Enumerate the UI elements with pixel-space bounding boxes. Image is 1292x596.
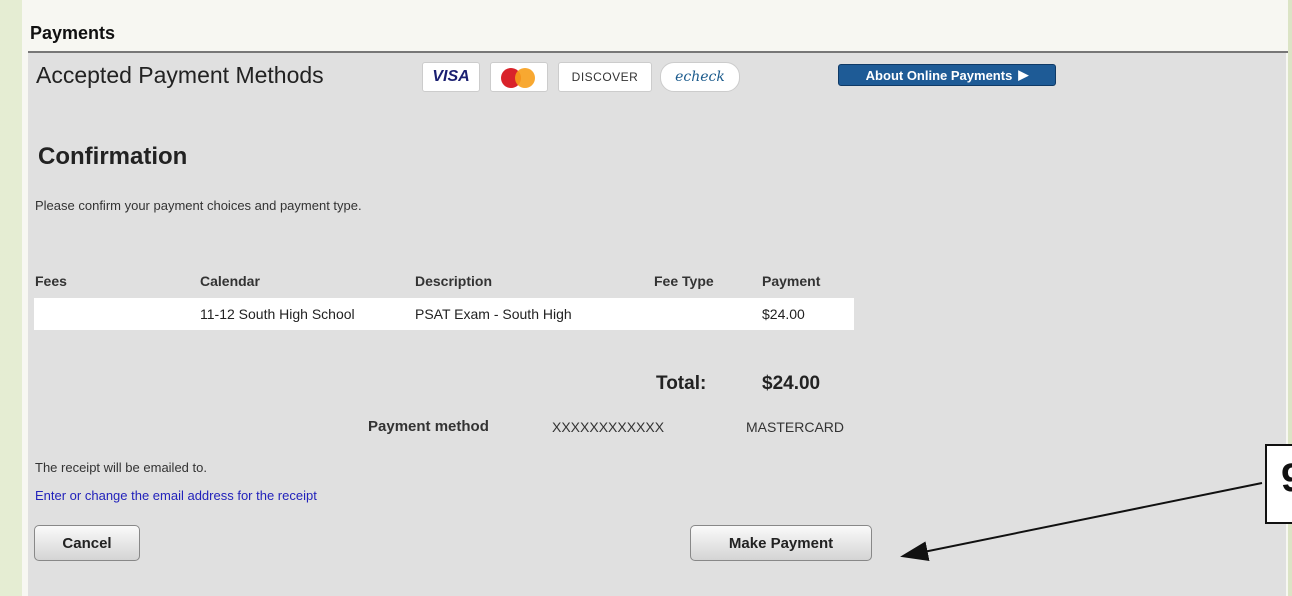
mastercard-logo-icon [490,62,548,92]
column-header-fee-type: Fee Type [654,273,714,289]
cancel-button[interactable]: Cancel [34,525,140,561]
column-header-description: Description [415,273,493,289]
make-payment-button[interactable]: Make Payment [690,525,872,561]
column-header-calendar: Calendar [200,273,260,289]
echeck-logo-icon: echeck [660,62,740,92]
confirmation-instructions: Please confirm your payment choices and … [35,198,362,213]
visa-logo-icon: VISA [422,62,480,92]
about-online-payments-button[interactable]: About Online Payments ▶ [838,64,1056,86]
callout-number: 9 [1281,456,1292,500]
play-arrow-icon: ▶ [1018,67,1029,82]
confirmation-title: Confirmation [38,143,188,170]
cell-calendar: 11-12 South High School [200,306,355,322]
about-button-label: About Online Payments [865,67,1013,83]
payment-method-number: XXXXXXXXXXXX [552,419,665,435]
page-title: Payments [30,23,116,43]
total-label: Total: [656,373,707,394]
payment-method-label: Payment method [368,418,489,435]
cell-payment: $24.00 [762,306,805,322]
accepted-methods-label: Accepted Payment Methods [36,62,324,88]
column-header-payment: Payment [762,273,821,289]
total-value: $24.00 [762,373,821,394]
payment-method-type: MASTERCARD [746,419,845,435]
receipt-text: The receipt will be emailed to. [35,460,207,475]
column-header-fees: Fees [35,273,67,289]
discover-logo-icon: DISCOVER [558,62,652,92]
cell-description: PSAT Exam - South High [415,306,572,322]
callout-box: 9 [1265,444,1292,524]
change-email-link[interactable]: Enter or change the email address for th… [35,488,317,503]
